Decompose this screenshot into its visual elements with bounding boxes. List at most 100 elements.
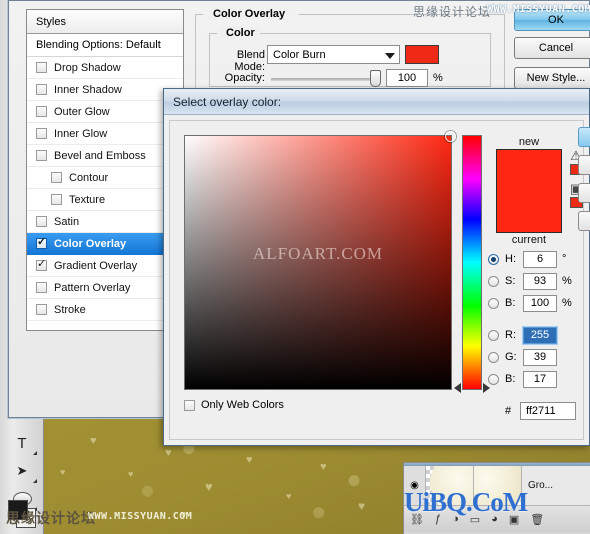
- style-checkbox[interactable]: [51, 194, 62, 205]
- add-layer-mask-icon[interactable]: ◑: [452, 513, 459, 525]
- color-picker-ok-button[interactable]: [578, 127, 590, 147]
- style-checkbox[interactable]: [36, 128, 47, 139]
- brightness-radio[interactable]: [488, 298, 499, 309]
- green-label: G:: [505, 351, 517, 363]
- style-item-color-overlay[interactable]: Color Overlay: [27, 233, 183, 255]
- color-libraries-button[interactable]: [578, 211, 590, 231]
- hue-label: H:: [505, 253, 516, 265]
- layer-thumbnail: [426, 466, 474, 505]
- style-checkbox[interactable]: [36, 216, 47, 227]
- style-item-inner-glow[interactable]: Inner Glow: [27, 123, 183, 145]
- tool-more-triangle-icon: [33, 451, 37, 455]
- layer-mask-thumbnail: [474, 466, 522, 505]
- blue-radio[interactable]: [488, 374, 499, 385]
- ok-button[interactable]: OK: [514, 9, 590, 31]
- path-selection-tool[interactable]: ➤: [6, 458, 38, 484]
- add-to-swatches-button[interactable]: [578, 183, 590, 203]
- only-web-colors-label: Only Web Colors: [201, 399, 284, 411]
- style-item-inner-shadow[interactable]: Inner Shadow: [27, 79, 183, 101]
- hue-input[interactable]: 6: [523, 251, 557, 268]
- new-layer-icon[interactable]: ▣: [509, 513, 519, 526]
- layers-panel: ◉ Gro... ⛓ ƒ ◑ ▭ ◕ ▣ 🗑: [403, 462, 590, 534]
- style-item-contour[interactable]: Contour: [27, 167, 183, 189]
- blending-options-item[interactable]: Blending Options: Default: [27, 34, 183, 57]
- hue-slider[interactable]: [454, 135, 490, 393]
- style-label: Inner Shadow: [54, 83, 122, 96]
- style-label: Bevel and Emboss: [54, 149, 146, 162]
- brightness-field-row: B: 100 %: [488, 293, 590, 315]
- opacity-slider-thumb[interactable]: [370, 70, 381, 87]
- color-swatches[interactable]: [8, 500, 38, 530]
- color-picker-cancel-button[interactable]: [578, 155, 590, 175]
- red-radio[interactable]: [488, 330, 499, 341]
- style-checkbox[interactable]: [36, 304, 47, 315]
- style-checkbox[interactable]: [36, 150, 47, 161]
- layer-row[interactable]: ◉ Gro...: [404, 466, 590, 506]
- layer-visibility-eye-icon[interactable]: ◉: [404, 466, 426, 505]
- styles-panel-header: Styles: [27, 10, 183, 34]
- hue-radio[interactable]: [488, 254, 499, 265]
- style-checkbox[interactable]: [36, 258, 47, 271]
- field-group-spacer: [488, 315, 590, 325]
- green-input[interactable]: 39: [523, 349, 557, 366]
- foreground-color-swatch[interactable]: [8, 500, 28, 520]
- style-label: Contour: [69, 171, 109, 184]
- style-item-stroke[interactable]: Stroke: [27, 299, 183, 321]
- brightness-unit: %: [562, 297, 572, 309]
- type-tool[interactable]: T: [6, 430, 38, 456]
- style-item-drop-shadow[interactable]: Drop Shadow: [27, 57, 183, 79]
- current-color-label: current: [511, 234, 547, 246]
- hex-field-row: # ff2711: [488, 401, 590, 423]
- color-preview: new current: [493, 135, 565, 247]
- style-label: Outer Glow: [54, 105, 110, 118]
- color-picker-titlebar[interactable]: Select overlay color:: [164, 89, 589, 115]
- overlay-color-swatch-button[interactable]: [405, 45, 439, 64]
- saturation-brightness-field[interactable]: ALFOART.COM: [184, 131, 456, 390]
- new-current-color-box[interactable]: [496, 149, 562, 233]
- opacity-slider-track[interactable]: [271, 78, 381, 81]
- style-checkbox[interactable]: [36, 84, 47, 95]
- green-radio[interactable]: [488, 352, 499, 363]
- brightness-input[interactable]: 100: [523, 295, 557, 312]
- style-checkbox[interactable]: [36, 236, 47, 249]
- style-item-texture[interactable]: Texture: [27, 189, 183, 211]
- style-item-gradient-overlay[interactable]: Gradient Overlay: [27, 255, 183, 277]
- layer-mask-art: [474, 466, 521, 505]
- only-web-colors-checkbox[interactable]: [184, 399, 195, 411]
- saturation-input[interactable]: 93: [523, 273, 557, 290]
- blue-input[interactable]: 17: [523, 371, 557, 388]
- path-selection-tool-glyph: ➤: [16, 463, 28, 478]
- style-item-outer-glow[interactable]: Outer Glow: [27, 101, 183, 123]
- saturation-radio[interactable]: [488, 276, 499, 287]
- hue-field-row: H: 6 °: [488, 249, 590, 271]
- blend-mode-select[interactable]: Color Burn: [267, 45, 400, 64]
- alfoart-watermark: ALFOART.COM: [252, 244, 384, 263]
- styles-panel: Styles Blending Options: Default Drop Sh…: [26, 9, 184, 331]
- style-checkbox[interactable]: [51, 172, 62, 183]
- blue-field-row: B: 17: [488, 369, 590, 391]
- add-layer-style-icon[interactable]: ƒ: [435, 513, 441, 525]
- hex-input[interactable]: ff2711: [520, 402, 576, 420]
- saturation-field-row: S: 93 %: [488, 271, 590, 293]
- cancel-button[interactable]: Cancel: [514, 37, 590, 59]
- style-label: Drop Shadow: [54, 61, 121, 74]
- color-field-marker[interactable]: [445, 131, 456, 142]
- style-checkbox[interactable]: [36, 62, 47, 73]
- style-checkbox[interactable]: [36, 282, 47, 293]
- style-label: Texture: [69, 193, 106, 206]
- link-layers-icon[interactable]: ⛓: [410, 513, 424, 526]
- style-label: Color Overlay: [54, 237, 127, 250]
- style-label: Satin: [54, 215, 80, 228]
- red-input[interactable]: 255: [522, 326, 558, 345]
- hue-slider-arrow-left[interactable]: [454, 383, 461, 393]
- style-item-bevel-and-emboss[interactable]: Bevel and Emboss: [27, 145, 183, 167]
- opacity-input[interactable]: 100: [386, 69, 428, 87]
- style-item-satin[interactable]: Satin: [27, 211, 183, 233]
- new-style-button[interactable]: New Style...: [514, 67, 590, 89]
- style-checkbox[interactable]: [36, 106, 47, 117]
- delete-layer-icon[interactable]: 🗑: [530, 513, 544, 526]
- style-item-pattern-overlay[interactable]: Pattern Overlay: [27, 277, 183, 299]
- new-adjustment-layer-icon[interactable]: ◕: [491, 513, 498, 525]
- only-web-colors-row[interactable]: Only Web Colors: [184, 399, 284, 411]
- new-group-icon[interactable]: ▭: [470, 513, 480, 526]
